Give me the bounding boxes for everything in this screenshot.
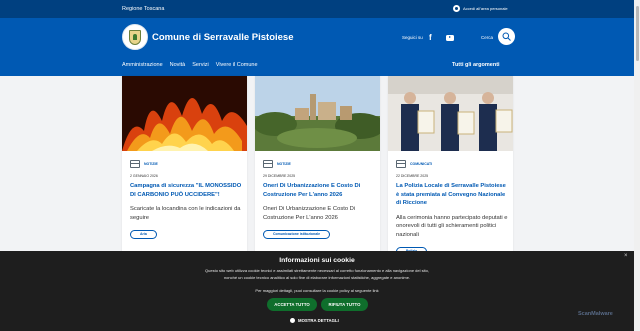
accept-all-button[interactable]: ACCETTA TUTTO	[267, 298, 317, 311]
site-header: Comune di Serravalle Pistoiese Seguici s…	[0, 18, 634, 76]
gear-icon	[290, 318, 295, 323]
cookie-policy-link[interactable]: Per maggiori dettagli, puoi consultare l…	[0, 288, 634, 293]
nav-item-novita[interactable]: Novità	[170, 62, 186, 68]
main-nav: Amministrazione Novità Servizi Vivere il…	[122, 62, 258, 68]
search-label: Cerca	[481, 35, 494, 40]
card-title[interactable]: Oneri Di Urbanizzazione E Costo Di Costr…	[263, 182, 375, 199]
nav-item-servizi[interactable]: Servizi	[192, 62, 209, 68]
top-bar: Regione Toscana Accedi all'area personal…	[0, 0, 634, 18]
reject-all-button[interactable]: RIFIUTA TUTTO	[321, 298, 368, 311]
cookie-banner: × Informazioni sui cookie Questo sito we…	[0, 251, 634, 331]
category-label[interactable]: NOTIZIE	[144, 162, 158, 166]
card-description: Oneri Di Urbanizzazione E Costo Di Costr…	[263, 206, 356, 221]
category-label[interactable]: COMUNICATI	[410, 162, 432, 166]
news-card[interactable]: NOTIZIE 2 GENNAIO 2026 Campagna di sicur…	[122, 76, 247, 256]
facebook-icon[interactable]: f	[429, 33, 432, 42]
police-image[interactable]	[388, 76, 513, 151]
cookie-title: Informazioni sui cookie	[279, 257, 355, 264]
personal-area-label: Accedi all'area personale	[463, 6, 508, 11]
cookie-text: Questo sito web utilizza cookie tecnici …	[205, 268, 429, 280]
calendar-icon	[396, 160, 406, 168]
fire-image[interactable]	[122, 76, 247, 151]
nav-item-vivere-il-comune[interactable]: Vivere il Comune	[216, 62, 258, 68]
police-image-art	[388, 76, 513, 151]
follow-label: Seguici su	[402, 35, 423, 40]
region-link[interactable]: Regione Toscana	[122, 6, 164, 12]
coat-of-arms-icon	[129, 29, 141, 45]
page-scrollbar[interactable]	[634, 0, 640, 331]
show-details-label: MOSTRA DETTAGLI	[298, 318, 339, 323]
all-topics-link[interactable]: Tutti gli argomenti	[452, 62, 500, 68]
search-button[interactable]	[498, 28, 515, 45]
nav-item-amministrazione[interactable]: Amministrazione	[122, 62, 163, 68]
show-details-button[interactable]: MOSTRA DETTAGLI	[290, 318, 339, 323]
calendar-icon	[263, 160, 273, 168]
card-date: 29 DICEMBRE 2025	[263, 174, 296, 178]
news-card[interactable]: NOTIZIE 29 DICEMBRE 2025 Oneri Di Urbani…	[255, 76, 380, 256]
scrollbar-thumb[interactable]	[635, 6, 639, 61]
card-date: 22 DICEMBRE 2025	[396, 174, 429, 178]
category-label[interactable]: NOTIZIE	[277, 162, 291, 166]
card-tag[interactable]: Comunicazione istituzionale	[263, 229, 331, 239]
card-title[interactable]: La Polizia Locale di Serravalle Pistoies…	[396, 182, 508, 208]
municipality-logo[interactable]	[122, 24, 148, 50]
town-image-art	[255, 76, 380, 151]
card-description: Scaricate la locandina con le indicazion…	[130, 206, 241, 221]
card-title[interactable]: Campagna di sicurezza "IL MONOSSIDO DI C…	[130, 182, 242, 199]
site-title[interactable]: Comune di Serravalle Pistoiese	[152, 32, 294, 43]
news-card[interactable]: COMUNICATI 22 DICEMBRE 2025 La Polizia L…	[388, 76, 513, 256]
calendar-icon	[130, 160, 140, 168]
card-tag[interactable]: Aria	[130, 229, 157, 239]
personal-area-link[interactable]: Accedi all'area personale	[453, 5, 508, 12]
fire-image-art	[122, 76, 247, 151]
user-icon	[453, 5, 460, 12]
card-description: Alla cerimonia hanno partecipato deputat…	[396, 214, 508, 238]
card-date: 2 GENNAIO 2026	[130, 174, 158, 178]
scanmalware-watermark: ScanMalware	[578, 311, 613, 317]
town-image[interactable]	[255, 76, 380, 151]
search-icon	[502, 32, 511, 41]
youtube-icon[interactable]	[446, 35, 454, 41]
